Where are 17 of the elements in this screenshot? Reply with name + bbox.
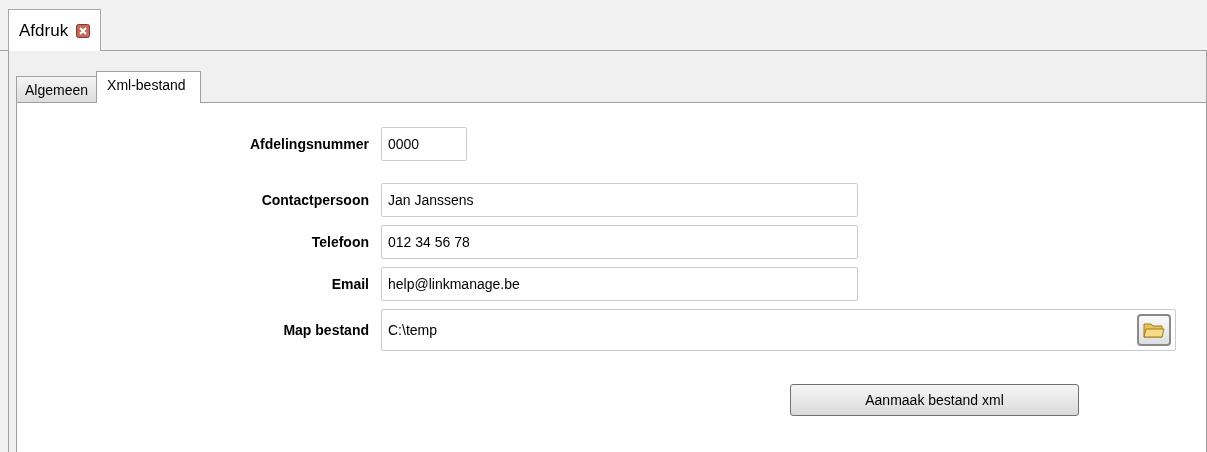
document-tab[interactable]: Afdruk <box>8 9 102 51</box>
browse-button[interactable] <box>1137 314 1171 346</box>
tab[interactable]: Algemeen <box>16 76 98 102</box>
field-label: Contactpersoon <box>260 192 369 208</box>
field-label: Map bestand <box>282 322 369 338</box>
create-xml-button[interactable]: Aanmaak bestand xml <box>790 384 1079 416</box>
field-label: Afdelingsnummer <box>249 136 369 152</box>
field-label: Telefoon <box>310 234 369 250</box>
tab[interactable]: Xml-bestand <box>96 71 201 103</box>
input-field[interactable]: C:\temp <box>381 309 1176 351</box>
input-field[interactable]: 012 34 56 78 <box>381 225 858 259</box>
input-field[interactable]: help@linkmanage.be <box>381 267 858 301</box>
field-label: Email <box>330 276 369 292</box>
close-icon[interactable] <box>76 23 91 38</box>
input-field[interactable]: 0000 <box>381 127 467 161</box>
input-field[interactable]: Jan Janssens <box>381 183 858 217</box>
folder-icon <box>1143 321 1165 339</box>
